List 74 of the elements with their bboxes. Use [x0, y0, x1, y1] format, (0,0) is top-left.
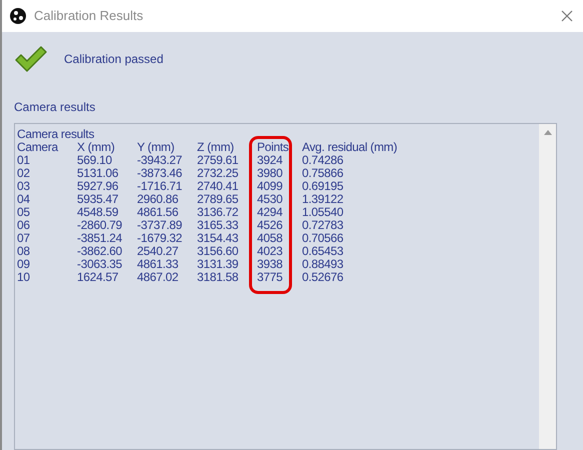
table-cell: -1716.71 [137, 180, 182, 193]
table-cell: 1624.57 [77, 271, 118, 284]
table-cell: 01 [17, 154, 30, 167]
table-cell: 3136.72 [197, 206, 238, 219]
table-cell: 4294 [257, 206, 282, 219]
column-header: X (mm) [77, 141, 115, 154]
table-cell: 4548.59 [77, 206, 118, 219]
table-cell: -3873.46 [137, 167, 182, 180]
table-cell: 4526 [257, 219, 282, 232]
section-label: Camera results [14, 99, 96, 116]
table-cell: 5935.47 [77, 193, 118, 206]
table-cell: 4867.02 [137, 271, 178, 284]
table-cell: 2740.41 [197, 180, 238, 193]
table-cell: 3980 [257, 167, 282, 180]
table-cell: -3063.35 [77, 258, 122, 271]
table-cell: -3943.27 [137, 154, 182, 167]
status-message: Calibration passed [64, 51, 164, 68]
table-cell: 3938 [257, 258, 282, 271]
table-cell: -3737.89 [137, 219, 182, 232]
app-logo-icon [10, 8, 26, 24]
table-cell: 3924 [257, 154, 282, 167]
table-cell: 1.39122 [302, 193, 344, 206]
table-cell: 4861.33 [137, 258, 178, 271]
table-cell: 5927.96 [77, 180, 118, 193]
table-cell: 3181.58 [197, 271, 238, 284]
column-header: Z (mm) [197, 141, 234, 154]
table-cell: 02 [17, 167, 30, 180]
table-cell: 4058 [257, 232, 282, 245]
table-cell: 3775 [257, 271, 282, 284]
table-cell: 2540.27 [137, 245, 178, 258]
table-cell: 5131.06 [77, 167, 118, 180]
table-cell: -3851.24 [77, 232, 122, 245]
table-cell: 0.69195 [302, 180, 344, 193]
table-cell: 3131.39 [197, 258, 238, 271]
table-cell: 4023 [257, 245, 282, 258]
table-cell: 04 [17, 193, 30, 206]
column-header: Y (mm) [137, 141, 174, 154]
column-header: Points [257, 141, 289, 154]
close-icon[interactable] [561, 10, 573, 22]
table-cell: 0.75866 [302, 167, 344, 180]
table-cell: 4099 [257, 180, 282, 193]
table-cell: 2789.65 [197, 193, 238, 206]
table-cell: 0.52676 [302, 271, 344, 284]
column-header: Camera [17, 141, 58, 154]
scrollbar[interactable] [539, 124, 556, 449]
table-cell: -2860.79 [77, 219, 122, 232]
table-cell: 2732.25 [197, 167, 238, 180]
table-cell: -3862.60 [77, 245, 122, 258]
table-cell: 0.72783 [302, 219, 344, 232]
table-cell: 3156.60 [197, 245, 238, 258]
window-title: Calibration Results [34, 7, 144, 26]
table-cell: -1679.32 [137, 232, 182, 245]
table-cell: 3165.33 [197, 219, 238, 232]
table-cell: 0.65453 [302, 245, 344, 258]
column-header: Avg. residual (mm) [302, 141, 398, 154]
table-cell: 0.70566 [302, 232, 344, 245]
table-cell: 10 [17, 271, 30, 284]
table-cell: 4861.56 [137, 206, 178, 219]
table-cell: 4530 [257, 193, 282, 206]
table-cell: 0.74286 [302, 154, 344, 167]
table-cell: 05 [17, 206, 30, 219]
table-cell: 06 [17, 219, 30, 232]
table-cell: 03 [17, 180, 30, 193]
table-cell: 07 [17, 232, 30, 245]
table-cell: 2759.61 [197, 154, 238, 167]
table-cell: 2960.86 [137, 193, 178, 206]
table-cell: 569.10 [77, 154, 112, 167]
table-cell: 0.88493 [302, 258, 344, 271]
table-cell: 3154.43 [197, 232, 238, 245]
table-cell: 1.05540 [302, 206, 344, 219]
results-heading: Camera results [17, 128, 96, 141]
table-cell: 09 [17, 258, 30, 271]
scroll-up-icon[interactable] [544, 130, 552, 135]
table-cell: 08 [17, 245, 30, 258]
